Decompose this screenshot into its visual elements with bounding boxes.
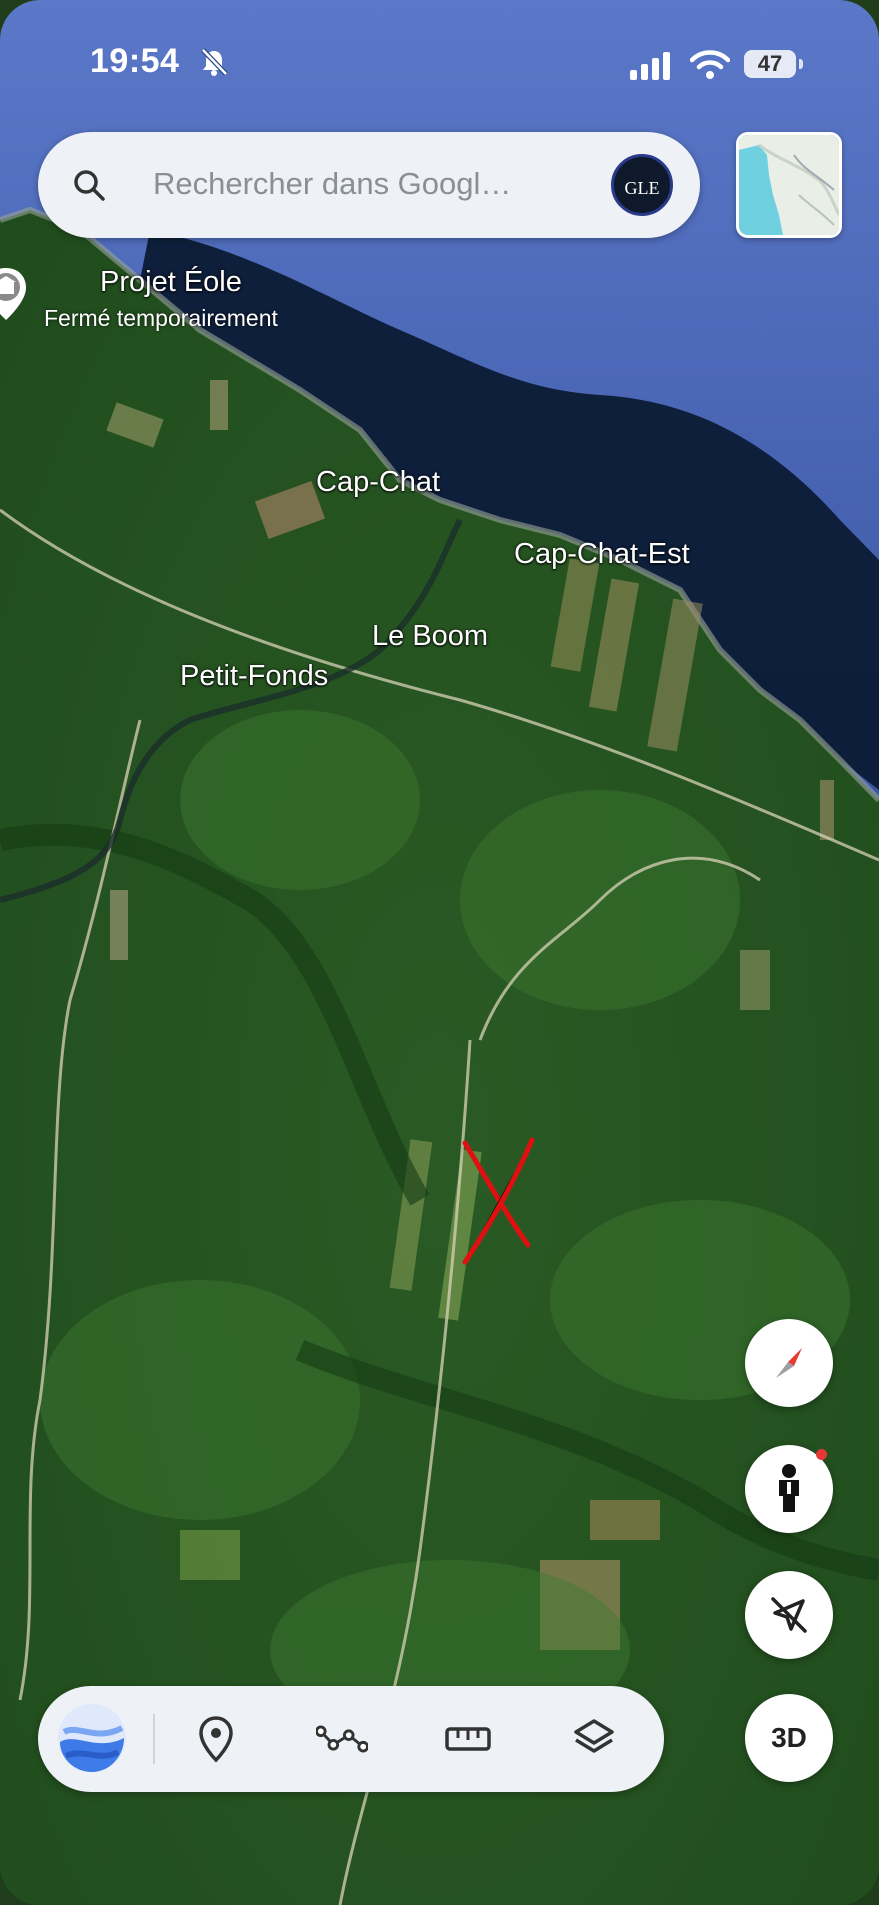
wifi-icon [690,50,730,79]
toolbar-divider [153,1714,155,1764]
silent-bell-icon [201,48,228,76]
place-label-le-boom[interactable]: Le Boom [372,620,488,653]
search-bar[interactable]: Rechercher dans Googl… GLE [38,132,700,238]
poi-status: Fermé temporairement [44,305,278,331]
my-location-button[interactable] [745,1571,833,1659]
search-input[interactable]: Rechercher dans Googl… [153,166,511,202]
battery-tip [799,59,803,69]
earth-logo-icon [58,1704,126,1772]
compass-button[interactable] [745,1319,833,1407]
place-label-cap-chat[interactable]: Cap-Chat [316,466,440,499]
museum-pin-icon[interactable] [0,266,30,322]
map-thumbnail-icon [739,135,839,235]
place-label-cap-chat-est[interactable]: Cap-Chat-Est [514,538,690,571]
battery-level: 47 [744,50,796,78]
poi-name[interactable]: Projet Éole [100,266,242,299]
pin-icon [199,1716,233,1763]
3d-toggle-button[interactable]: 3D [745,1694,833,1782]
path-icon [316,1725,368,1753]
measure-button[interactable] [442,1713,494,1765]
search-icon [74,170,105,201]
status-bar: 19:54 47 [0,0,879,120]
street-view-button[interactable] [745,1445,833,1533]
avatar[interactable]: GLE [611,154,673,216]
location-off-icon [771,1597,807,1633]
layers-button[interactable] [568,1713,620,1765]
layers-icon [574,1719,614,1753]
add-placemark-button[interactable] [190,1713,242,1765]
ruler-icon [445,1727,491,1751]
compass-icon [776,1348,802,1378]
notification-dot [816,1449,827,1460]
earth-logo-button[interactable] [56,1702,128,1774]
map-type-thumbnail[interactable] [736,132,842,238]
place-label-petit-fonds[interactable]: Petit-Fonds [180,660,328,693]
draw-path-button[interactable] [316,1713,368,1765]
status-time: 19:54 [90,42,180,80]
pegman-icon [779,1464,799,1512]
cellular-signal-icon [630,52,670,80]
bottom-toolbar [38,1686,664,1792]
map-screen[interactable]: 19:54 47 Rechercher dans Googl… GLE Proj… [0,0,879,1905]
